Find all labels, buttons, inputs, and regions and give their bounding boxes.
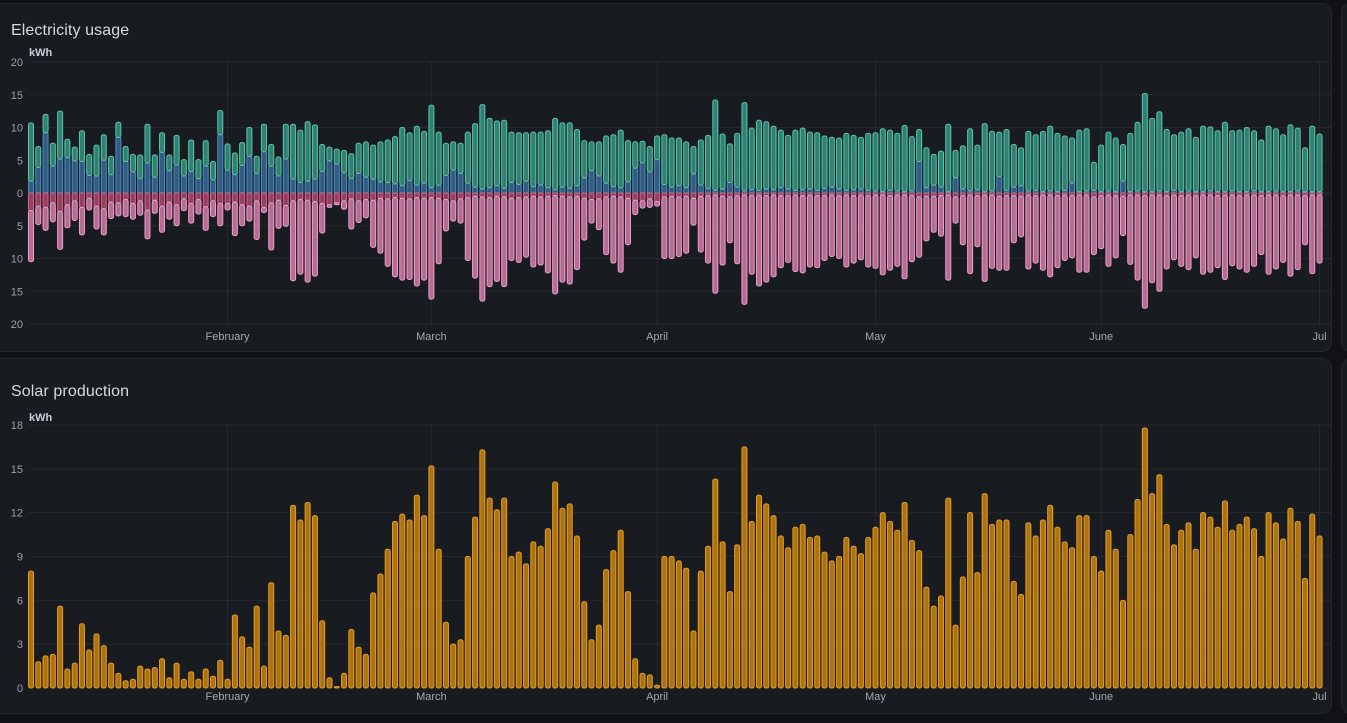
svg-text:20: 20 bbox=[11, 319, 23, 331]
adjacent-panel-edge-top bbox=[1341, 3, 1347, 352]
svg-text:0: 0 bbox=[17, 683, 23, 695]
svg-text:9: 9 bbox=[17, 552, 23, 564]
svg-text:6: 6 bbox=[17, 595, 23, 607]
svg-text:February: February bbox=[206, 331, 251, 343]
x-axis-month-labels: February March April May June Jul bbox=[206, 691, 1327, 703]
series-solar-production[interactable] bbox=[29, 428, 1323, 688]
svg-text:15: 15 bbox=[11, 90, 23, 102]
y-axis-unit-label: kWh bbox=[29, 412, 53, 424]
x-axis-month-labels: February March April May June Jul bbox=[206, 331, 1327, 343]
svg-text:12: 12 bbox=[11, 508, 23, 520]
svg-text:February: February bbox=[206, 691, 251, 703]
svg-text:Jul: Jul bbox=[1313, 331, 1327, 343]
panel-electricity-usage: Electricity usage 201510505101520kWhFebr… bbox=[0, 3, 1332, 352]
svg-text:Jul: Jul bbox=[1313, 691, 1327, 703]
y-axis-tick-labels: 20 15 10 5 0 5 10 15 20 bbox=[11, 57, 23, 331]
svg-text:June: June bbox=[1089, 691, 1113, 703]
svg-text:3: 3 bbox=[17, 639, 23, 651]
adjacent-panel-edge-bottom bbox=[1341, 358, 1347, 714]
solar-production-chart[interactable]: 18 15 12 9 6 3 0 kWh February March April May June Ju… bbox=[1, 359, 1335, 715]
svg-text:May: May bbox=[865, 691, 886, 703]
svg-text:0: 0 bbox=[17, 188, 23, 200]
svg-text:May: May bbox=[865, 331, 886, 343]
svg-text:10: 10 bbox=[11, 123, 23, 135]
svg-text:June: June bbox=[1089, 331, 1113, 343]
svg-text:March: March bbox=[416, 691, 447, 703]
svg-text:20: 20 bbox=[11, 57, 23, 69]
svg-text:15: 15 bbox=[11, 464, 23, 476]
y-axis-tick-labels: 18 15 12 9 6 3 0 bbox=[11, 420, 23, 695]
svg-text:5: 5 bbox=[17, 221, 23, 233]
svg-text:15: 15 bbox=[11, 286, 23, 298]
svg-text:5: 5 bbox=[17, 155, 23, 167]
svg-text:10: 10 bbox=[11, 254, 23, 266]
svg-text:March: March bbox=[416, 331, 447, 343]
panel-solar-production: Solar production 1815129630kWhFebruaryMa… bbox=[0, 358, 1332, 714]
svg-text:April: April bbox=[646, 691, 668, 703]
svg-text:18: 18 bbox=[11, 420, 23, 432]
svg-text:April: April bbox=[646, 331, 668, 343]
electricity-usage-chart[interactable]: 20 15 10 5 0 5 10 15 20 kWh February March April May J… bbox=[1, 4, 1335, 353]
y-axis-unit-label: kWh bbox=[29, 47, 53, 59]
